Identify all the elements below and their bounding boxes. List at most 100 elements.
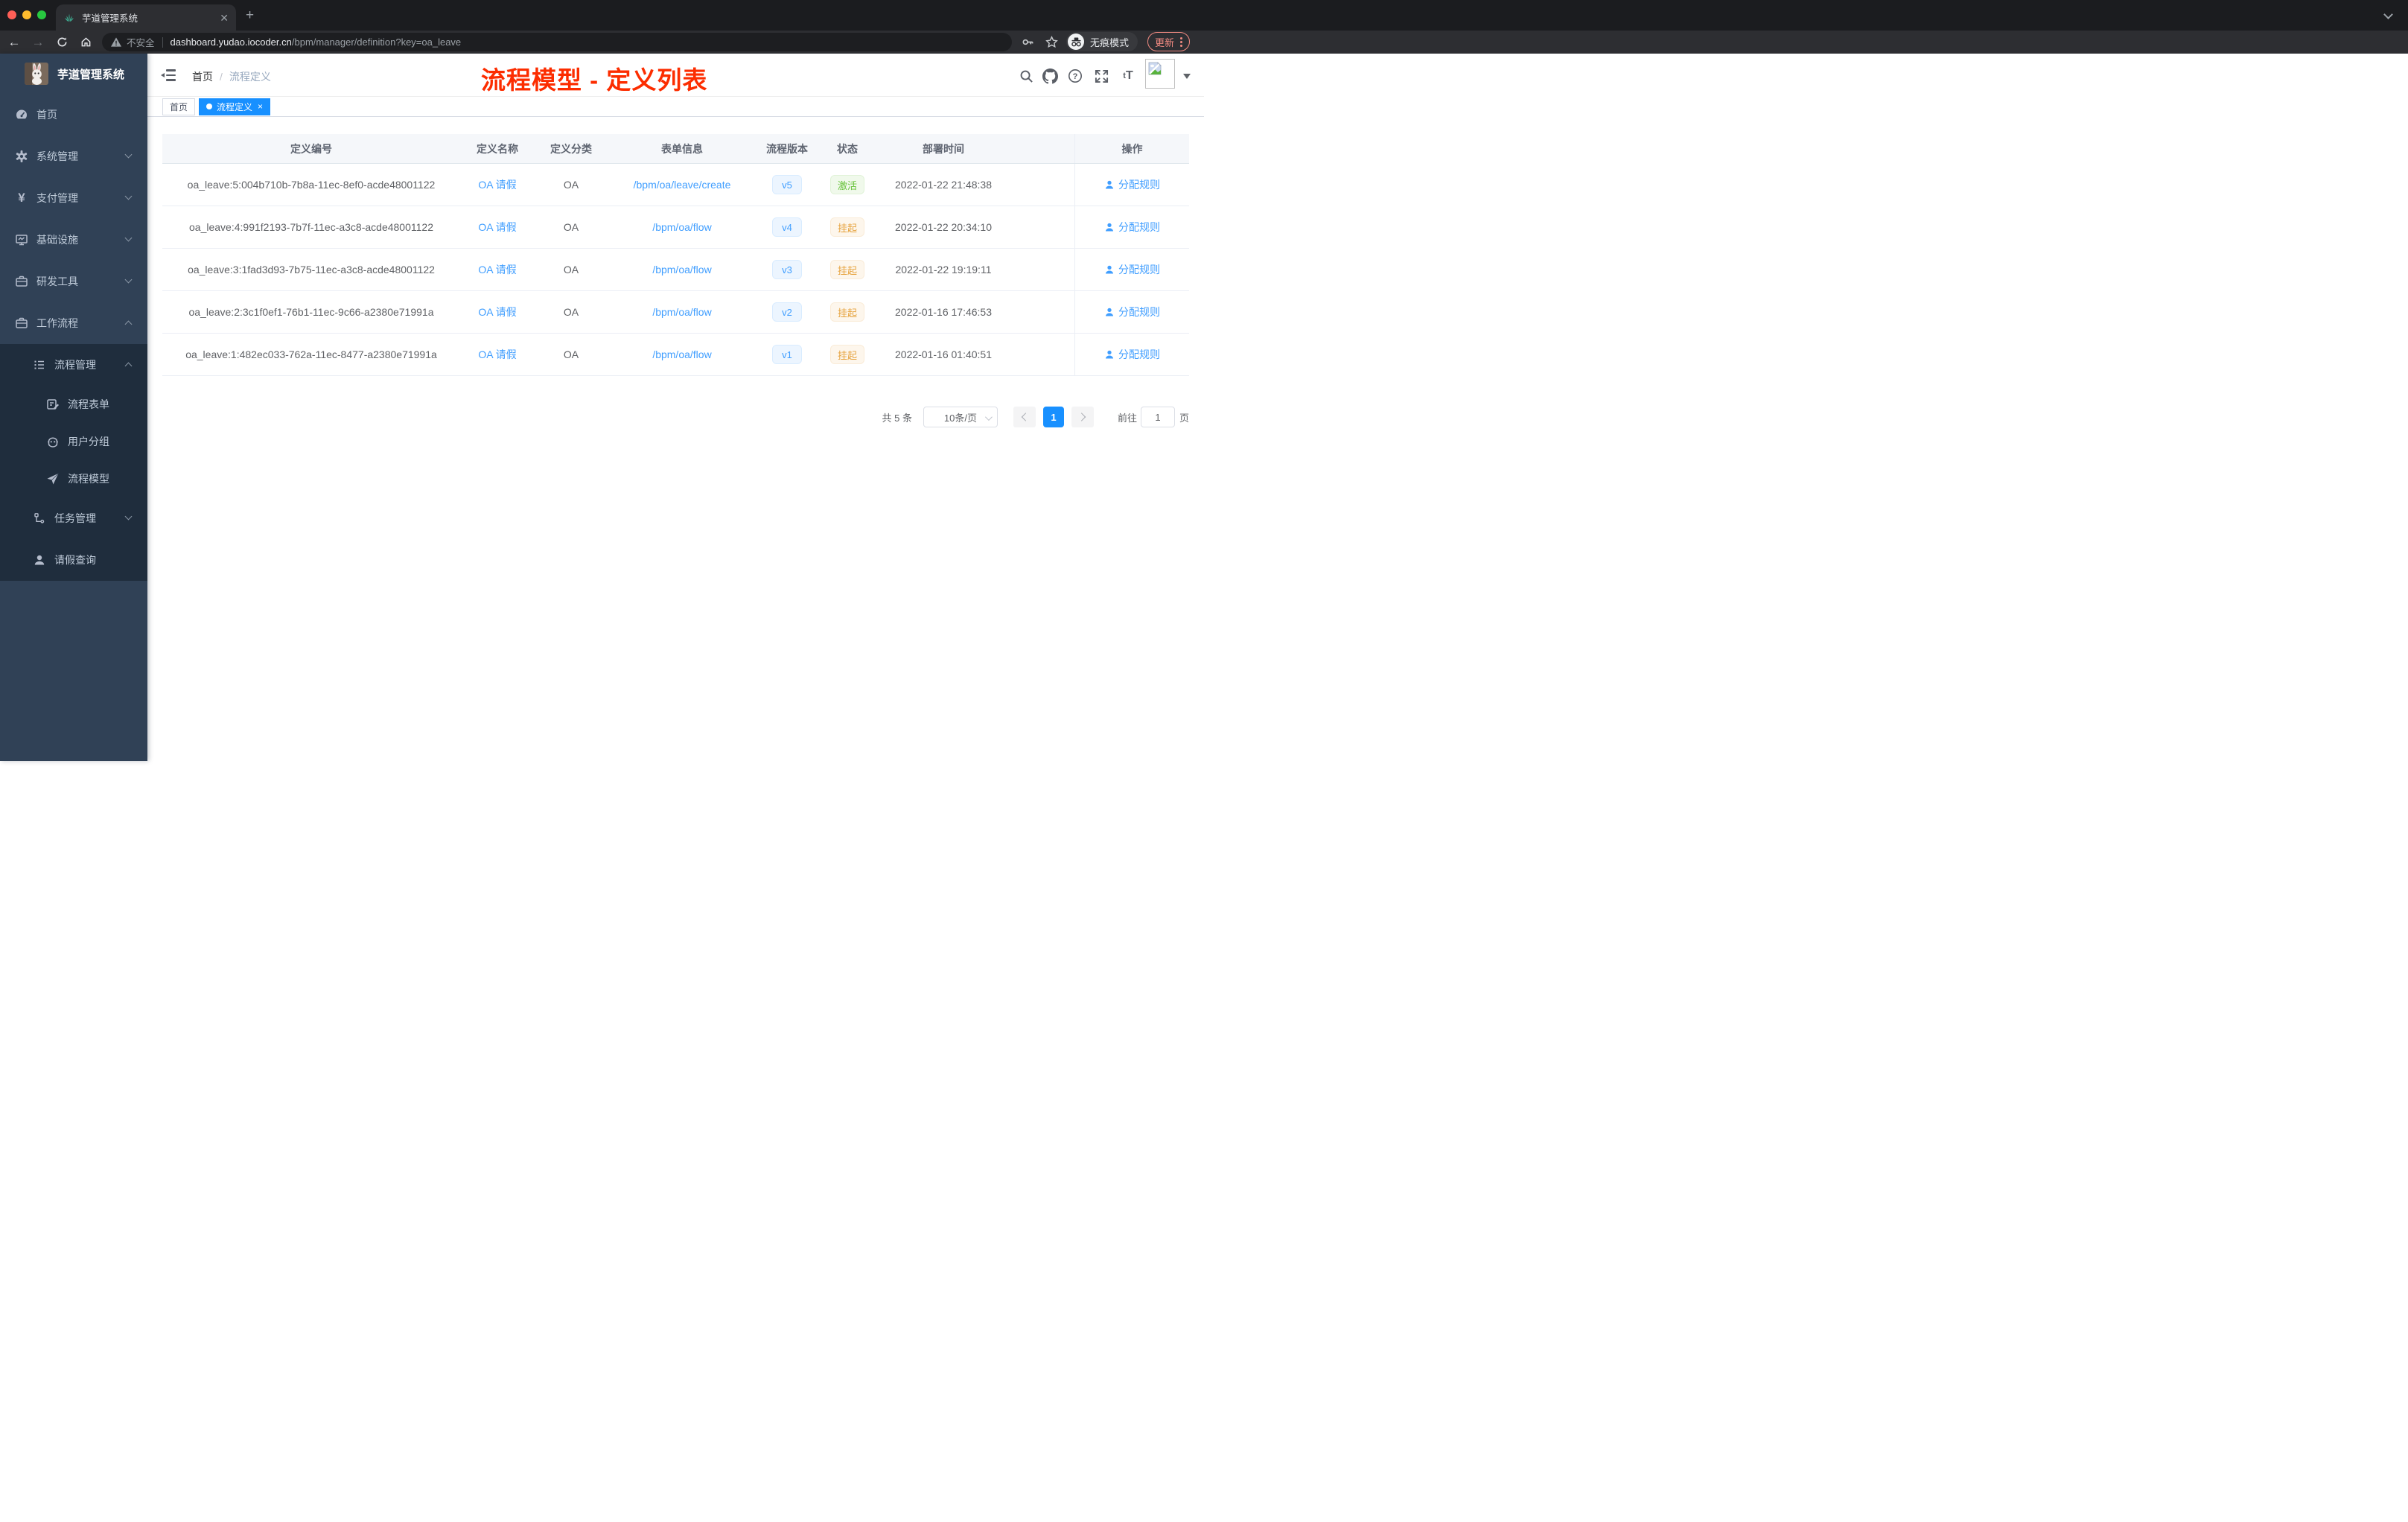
cell-actions: 分配规则 — [1074, 334, 1189, 375]
tag-label: 流程定义 — [217, 101, 253, 112]
tag-home[interactable]: 首页 — [162, 98, 196, 115]
definition-name-link[interactable]: OA 请假 — [478, 348, 516, 360]
back-button[interactable]: ← — [4, 31, 24, 54]
assign-rule-button[interactable]: 分配规则 — [1104, 177, 1160, 192]
user-icon — [1105, 223, 1114, 232]
cell-status: 挂起 — [818, 302, 877, 322]
brand-title: 芋道管理系统 — [57, 68, 125, 81]
pagination-total: 共 5 条 — [882, 412, 912, 424]
new-tab-button[interactable]: + — [246, 7, 254, 24]
window-zoom-button[interactable] — [37, 10, 46, 19]
sidebar-item-system[interactable]: 系统管理 — [0, 136, 147, 177]
cell-deploy-time: 2022-01-16 17:46:53 — [895, 306, 992, 318]
sidebar-logo: 芋道管理系统 — [0, 54, 147, 94]
prev-page-button[interactable] — [1013, 407, 1036, 427]
forward-button[interactable]: → — [28, 31, 48, 54]
tag-close-icon[interactable]: × — [258, 102, 263, 111]
bookmark-star-icon[interactable] — [1045, 36, 1058, 48]
breadcrumb-separator: / — [220, 71, 223, 83]
definition-name-link[interactable]: OA 请假 — [478, 306, 516, 318]
browser-tab[interactable]: 芋道管理系统 ✕ — [56, 4, 236, 31]
breadcrumb-home[interactable]: 首页 — [192, 69, 213, 84]
sidebar-item-leave-query[interactable]: 请假查询 — [0, 539, 147, 581]
form-info-link[interactable]: /bpm/oa/flow — [652, 264, 711, 276]
assign-rule-button[interactable]: 分配规则 — [1104, 220, 1160, 235]
window-controls[interactable] — [7, 10, 46, 19]
tab-close-icon[interactable]: ✕ — [220, 13, 229, 23]
form-info-link[interactable]: /bpm/oa/leave/create — [634, 179, 731, 191]
assign-rule-button[interactable]: 分配规则 — [1104, 305, 1160, 319]
assign-rule-button[interactable]: 分配规则 — [1104, 347, 1160, 362]
table-header-row: 定义编号 定义名称 定义分类 表单信息 流程版本 状态 部署时间 操作 — [162, 134, 1189, 164]
key-icon[interactable] — [1022, 36, 1034, 48]
definition-name-link[interactable]: OA 请假 — [478, 221, 516, 233]
sidebar-item-process-mgmt[interactable]: 流程管理 — [0, 344, 147, 386]
incognito-chip: 无痕模式 — [1066, 32, 1138, 51]
form-info-link[interactable]: /bpm/oa/flow — [652, 221, 711, 233]
update-button[interactable]: 更新 — [1147, 32, 1191, 51]
search-tabs-icon[interactable] — [2383, 10, 2393, 19]
assign-rule-button[interactable]: 分配规则 — [1104, 262, 1160, 277]
chevron-down-icon — [124, 234, 133, 242]
sidebar-item-payment[interactable]: ¥ 支付管理 — [0, 177, 147, 219]
table-row: oa_leave:5:004b710b-7b8a-11ec-8ef0-acde4… — [162, 164, 1189, 206]
form-info-link[interactable]: /bpm/oa/flow — [652, 306, 711, 318]
browser-menu-icon[interactable] — [1180, 36, 1183, 47]
sidebar-item-user-group[interactable]: 用户分组 — [0, 423, 147, 460]
sidebar-fold-icon[interactable] — [161, 69, 176, 81]
home-button[interactable] — [76, 31, 95, 54]
cell-actions: 分配规则 — [1074, 291, 1189, 333]
monitor-icon — [15, 233, 28, 246]
dashboard-icon — [15, 108, 28, 121]
github-icon[interactable] — [1041, 67, 1059, 85]
font-size-icon[interactable]: tT — [1119, 67, 1137, 85]
avatar[interactable] — [1145, 59, 1175, 89]
app-header: 首页 / 流程定义 流程模型 - 定义列表 ? tT — [147, 54, 1204, 97]
sidebar-item-process-model[interactable]: 流程模型 — [0, 460, 147, 497]
sidebar-item-home[interactable]: 首页 — [0, 94, 147, 136]
sidebar-item-label: 请假查询 — [54, 554, 96, 566]
cell-form-info: /bpm/oa/flow — [608, 348, 757, 360]
url-bar[interactable]: 不安全 dashboard.yudao.iocoder.cn/bpm/manag… — [102, 33, 1012, 51]
avatar-dropdown-caret-icon[interactable] — [1183, 74, 1191, 79]
sidebar-item-label: 流程管理 — [54, 359, 96, 371]
window-close-button[interactable] — [7, 10, 16, 19]
page-number-button[interactable]: 1 — [1042, 407, 1064, 427]
fullscreen-icon[interactable] — [1092, 67, 1110, 85]
reload-button[interactable] — [52, 31, 71, 54]
security-label[interactable]: 不安全 — [127, 35, 155, 49]
sidebar-item-process-form[interactable]: 流程表单 — [0, 386, 147, 423]
help-icon[interactable]: ? — [1066, 67, 1084, 85]
incognito-icon — [1068, 34, 1084, 50]
cell-definition-name: OA 请假 — [460, 177, 535, 192]
sidebar-item-task-mgmt[interactable]: 任务管理 — [0, 497, 147, 539]
page-size-select[interactable]: 10条/页 — [923, 407, 998, 427]
window-minimize-button[interactable] — [22, 10, 31, 19]
status-badge: 挂起 — [829, 260, 864, 279]
cell-deploy-time: 2022-01-22 21:48:38 — [895, 179, 992, 191]
next-page-button[interactable] — [1071, 407, 1094, 427]
sidebar-item-devtools[interactable]: 研发工具 — [0, 261, 147, 302]
sidebar-item-infra[interactable]: 基础设施 — [0, 219, 147, 261]
cell-definition-id: oa_leave:1:482ec033-762a-11ec-8477-a2380… — [185, 348, 437, 360]
cell-definition-name: OA 请假 — [460, 262, 535, 277]
search-icon[interactable] — [1017, 67, 1035, 85]
form-pen-icon — [46, 398, 60, 411]
user-icon — [1105, 350, 1114, 359]
definition-name-link[interactable]: OA 请假 — [478, 264, 516, 276]
chevron-down-icon — [124, 192, 133, 200]
goto-page-input[interactable] — [1140, 407, 1175, 427]
goto-unit: 页 — [1179, 412, 1189, 424]
sidebar-item-label: 用户分组 — [68, 436, 109, 448]
form-info-link[interactable]: /bpm/oa/flow — [652, 348, 711, 360]
definition-name-link[interactable]: OA 请假 — [478, 179, 516, 191]
tag-process-definition[interactable]: 流程定义 × — [199, 98, 271, 115]
column-header: 定义名称 — [477, 142, 518, 155]
cell-definition-id: oa_leave:3:1fad3d93-7b75-11ec-a3c8-acde4… — [188, 264, 435, 276]
breadcrumb-current: 流程定义 — [229, 71, 271, 83]
cell-definition-name: OA 请假 — [460, 220, 535, 235]
workflow-submenu: 流程管理 流程表单 用户分组 流程模型 任务管理 请假查询 — [0, 344, 147, 581]
sidebar-item-label: 研发工具 — [36, 276, 78, 287]
cell-version: v1 — [757, 345, 818, 364]
sidebar-item-workflow[interactable]: 工作流程 — [0, 302, 147, 344]
